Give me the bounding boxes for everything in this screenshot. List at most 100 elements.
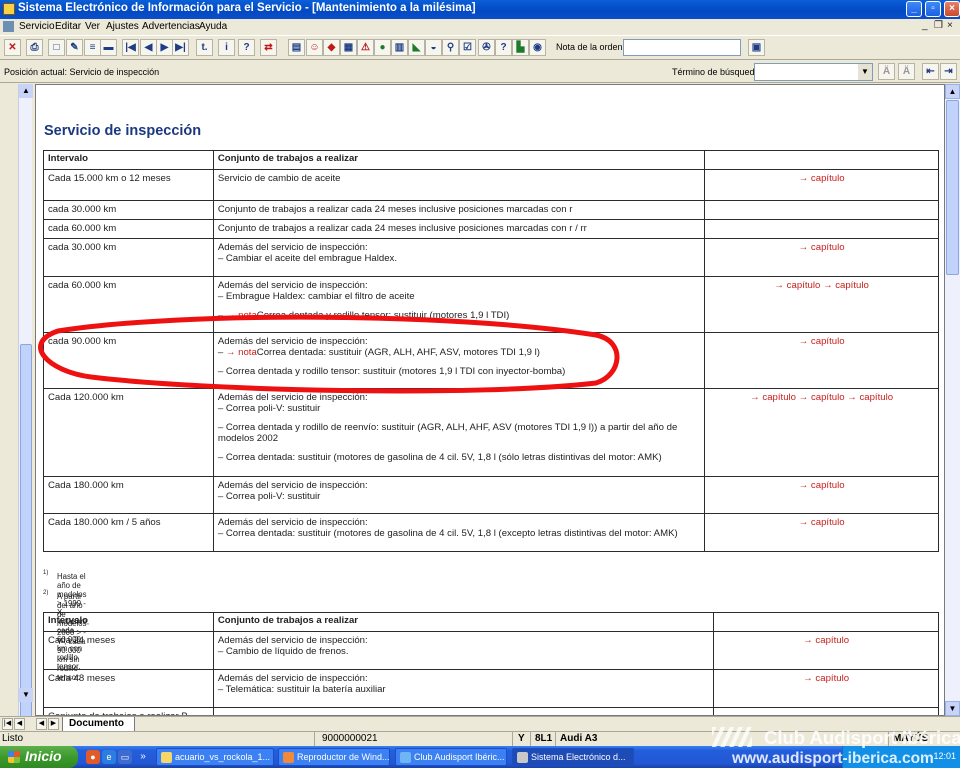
chapter-link[interactable]: → capítulo	[713, 669, 939, 708]
menu-servicio[interactable]: Servicio	[19, 21, 55, 32]
work-cell	[212, 707, 715, 715]
note-link[interactable]: → nota	[226, 347, 257, 358]
book-icon[interactable]: ◆	[323, 39, 340, 56]
truck-icon[interactable]: ▙	[512, 39, 529, 56]
quicklaunch-desktop-icon[interactable]: ▭	[118, 750, 132, 764]
work-intro: Además del servicio de inspección:	[217, 242, 368, 253]
chapter-link[interactable]	[704, 200, 939, 220]
mdi-minimize-icon[interactable]: _	[922, 20, 928, 31]
leaf-icon[interactable]: ◣	[408, 39, 425, 56]
scroll-up-icon[interactable]: ▲	[945, 84, 960, 99]
chapter-link[interactable]	[713, 707, 939, 715]
table-icon[interactable]: ▦	[340, 39, 357, 56]
first-page-icon[interactable]: |◀	[122, 39, 139, 56]
interval-cell: cada 90.000 km	[43, 332, 214, 389]
globe-icon[interactable]: ●	[374, 39, 391, 56]
scroll-down-icon[interactable]: ▼	[945, 701, 960, 716]
table-row: Cada 120.000 km Además del servicio de in…	[43, 388, 939, 477]
last-page-icon[interactable]: ▶|	[172, 39, 189, 56]
quicklaunch-ie-icon[interactable]: e	[102, 750, 116, 764]
document-scroll-thumb[interactable]	[946, 100, 959, 275]
previous-page-icon[interactable]: ◀	[140, 39, 157, 56]
chapter-link[interactable]: → capítulo	[704, 332, 939, 389]
car-icon[interactable]: ◒	[425, 39, 442, 56]
tab-first-icon[interactable]: |◀	[2, 718, 13, 730]
exit-icon[interactable]: ✕	[4, 39, 21, 56]
document-menu-icon[interactable]	[3, 21, 14, 32]
service-car-icon[interactable]: ✇	[478, 39, 495, 56]
tab-next-icon[interactable]: ◀	[36, 718, 47, 730]
next-page-icon[interactable]: ▶	[156, 39, 173, 56]
quicklaunch-media-icon[interactable]: ●	[86, 750, 100, 764]
search-back-icon[interactable]: Ä	[878, 63, 895, 80]
quicklaunch-more-icon[interactable]: »	[136, 750, 150, 764]
search-prev-icon[interactable]: ⇤	[922, 63, 939, 80]
menu-ver[interactable]: Ver	[85, 21, 100, 32]
chapter-link[interactable]: → capítulo → capítulo	[704, 276, 939, 333]
person-icon[interactable]: ☺	[306, 39, 323, 56]
info-icon[interactable]: i	[218, 39, 235, 56]
list-icon[interactable]: ▤	[288, 39, 305, 56]
edit-icon[interactable]: ✎	[66, 39, 83, 56]
work-item: – Correa poli-V: sustituir	[217, 403, 321, 414]
model-year-code: Y	[518, 733, 525, 744]
mdi-close-icon[interactable]: ×	[947, 20, 953, 31]
scroll-down-icon[interactable]: ▼	[19, 688, 33, 702]
chapter-link[interactable]: → capítulo → capítulo → capítulo	[704, 388, 939, 477]
chapter-link[interactable]: → capítulo	[704, 513, 939, 552]
note-link[interactable]: → nota	[226, 310, 257, 321]
taskbar-item[interactable]: Sistema Electrónico d...	[512, 748, 634, 766]
chevron-down-icon[interactable]: ▼	[858, 64, 872, 80]
tab-last-icon[interactable]: ▶	[48, 718, 59, 730]
table-row: Cada 24 meses Además del servicio de insp…	[43, 631, 939, 670]
chapter-link[interactable]: → capítulo	[704, 476, 939, 514]
chapter-link[interactable]: → capítulo	[704, 169, 939, 201]
search-forward-icon[interactable]: Ä	[898, 63, 915, 80]
menu-ajustes[interactable]: Ajustes	[106, 21, 139, 32]
chapter-link[interactable]	[704, 219, 939, 239]
chapter-link[interactable]: → capítulo	[713, 631, 939, 670]
document-view: Servicio de inspección Intervalo Conjunt…	[35, 84, 945, 716]
taskbar-item[interactable]: Reproductor de Wind...	[278, 748, 390, 766]
order-note-field[interactable]	[623, 39, 741, 56]
question-icon[interactable]: ?	[495, 39, 512, 56]
scroll-up-icon[interactable]: ▲	[19, 84, 33, 98]
jump-icon[interactable]: t.	[196, 39, 213, 56]
order-note-button[interactable]: ▣	[748, 39, 765, 56]
search-vehicle-icon[interactable]: ⚲	[442, 39, 459, 56]
mdi-restore-icon[interactable]: ❐	[934, 20, 943, 31]
search-next-icon[interactable]: ⇥	[940, 63, 957, 80]
maximize-button[interactable]: ▫	[925, 1, 941, 17]
taskbar-item[interactable]: Club Audisport Ibéric...	[395, 748, 507, 766]
swap-icon[interactable]: ⇄	[260, 39, 277, 56]
menu-editar[interactable]: Editar	[55, 21, 81, 32]
minimize-button[interactable]: _	[906, 1, 922, 17]
chapter-link[interactable]: → capítulo	[704, 238, 939, 277]
help-icon[interactable]: ?	[238, 39, 255, 56]
order-note-label: Nota de la orden:	[556, 42, 626, 52]
start-button[interactable]: Inicio	[0, 746, 78, 768]
taskbar-item[interactable]: acuario_vs_rockola_1...	[156, 748, 274, 766]
model-type-code: 8L1	[535, 733, 553, 744]
interval-cell: Cada 180.000 km	[43, 476, 214, 514]
menu-advertencias[interactable]: Advertencias	[142, 21, 200, 32]
notes-icon[interactable]: ≡	[84, 39, 101, 56]
search-term-input[interactable]: ▼	[754, 63, 873, 81]
navigation-scrollbar[interactable]: ▲ ▼	[18, 84, 33, 764]
tab-prev-icon[interactable]: ◀	[14, 718, 25, 730]
trash-icon[interactable]: ▥	[391, 39, 408, 56]
document-scrollbar[interactable]: ▲ ▼	[945, 84, 960, 716]
checklist-icon[interactable]: ☑	[459, 39, 476, 56]
new-document-icon[interactable]: □	[48, 39, 65, 56]
interval-cell: Cada 180.000 km / 5 años	[43, 513, 214, 552]
watermark-logo	[712, 727, 752, 747]
work-cell: Además del servicio de inspección: – Corr…	[212, 513, 706, 552]
work-intro: Además del servicio de inspección:	[217, 280, 368, 291]
vehicle-icon[interactable]: ▬	[100, 39, 117, 56]
menu-ayuda[interactable]: Ayuda	[199, 21, 227, 32]
close-button[interactable]: ×	[944, 1, 960, 17]
warning-icon[interactable]: ⚠	[357, 39, 374, 56]
diagnosis-icon[interactable]: ◉	[529, 39, 546, 56]
print-icon[interactable]: ⎙	[26, 39, 43, 56]
tab-documento[interactable]: Documento	[62, 717, 135, 732]
